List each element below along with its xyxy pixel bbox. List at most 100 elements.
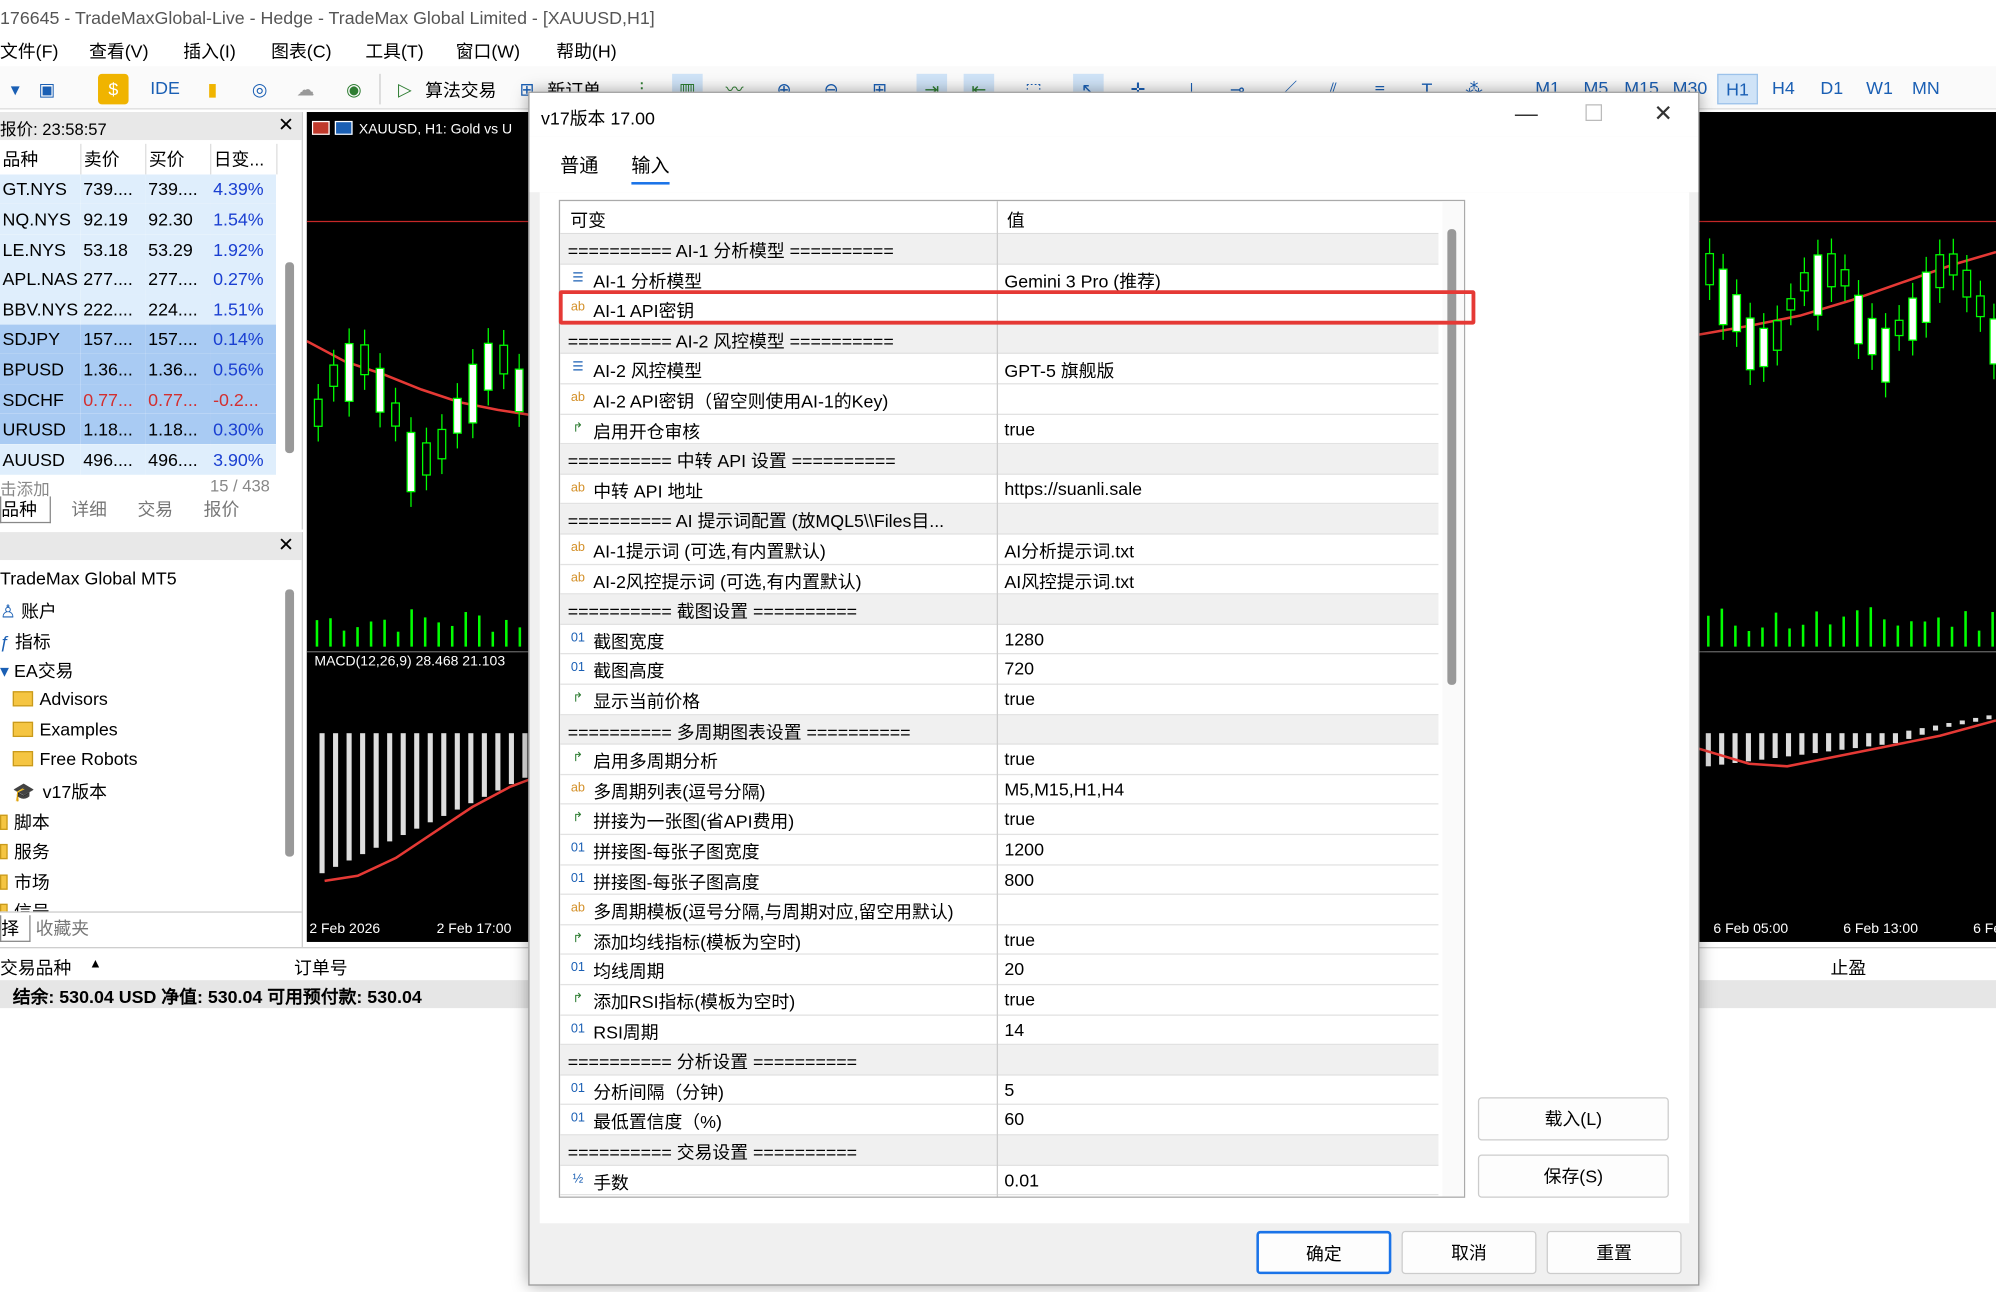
col-variable[interactable]: 可变: [570, 207, 606, 232]
menu-tools[interactable]: 工具(T): [365, 38, 423, 63]
col-value[interactable]: 值: [1007, 207, 1025, 232]
tab-common[interactable]: 普通: [560, 151, 598, 178]
chart-window-left[interactable]: XAUUSD, H1: Gold vs U MACD(12,26,9) 28.4…: [306, 112, 531, 942]
close-icon[interactable]: ✕: [278, 533, 294, 557]
input-row[interactable]: ========== AI 提示词配置 (放MQL5\\Files目...: [560, 504, 1439, 535]
input-row[interactable]: ↱ 拼接为一张图(省API费用) true: [560, 805, 1439, 836]
input-row[interactable]: 01 均线周期 20: [560, 955, 1439, 986]
tf-d1[interactable]: D1: [1820, 78, 1843, 98]
tab-favorites[interactable]: 收藏夹: [36, 915, 89, 940]
tab-inputs[interactable]: 输入: [631, 151, 669, 178]
nav-signals[interactable]: 信号: [0, 899, 50, 912]
table-row[interactable]: BBV.NYS 222.... 224.... 1.51%: [0, 294, 277, 325]
param-value[interactable]: 60: [1004, 1109, 1024, 1129]
table-row[interactable]: GT.NYS 739.... 739.... 4.39%: [0, 173, 277, 204]
table-row[interactable]: URUSD 1.18... 1.18... 0.30%: [0, 414, 277, 445]
table-row[interactable]: LE.NYS 53.18 53.29 1.92%: [0, 233, 277, 264]
close-icon[interactable]: ✕: [278, 113, 294, 137]
tf-w1[interactable]: W1: [1866, 78, 1893, 98]
close-icon[interactable]: ✕: [1654, 101, 1673, 128]
param-value[interactable]: 800: [1004, 869, 1034, 889]
nav-scripts[interactable]: 脚本: [0, 810, 50, 835]
param-value[interactable]: https://suanli.sale: [1004, 478, 1142, 498]
dropdown-arrow-icon[interactable]: ▾: [0, 74, 31, 105]
input-row[interactable]: ab AI-2风控提示词 (可选,有内置默认) AI风控提示词.txt: [560, 565, 1439, 595]
input-row[interactable]: ========== 分析设置 ==========: [560, 1045, 1439, 1076]
param-value[interactable]: true: [1004, 689, 1035, 709]
col-ticket[interactable]: 订单号: [294, 955, 347, 980]
param-value[interactable]: 1200: [1004, 839, 1044, 859]
globe-icon[interactable]: ◉: [339, 74, 370, 105]
reset-button[interactable]: 重置: [1546, 1230, 1682, 1275]
nav-free-robots[interactable]: Free Robots: [12, 748, 138, 769]
tf-mn[interactable]: MN: [1912, 78, 1940, 98]
param-value[interactable]: true: [1004, 989, 1035, 1009]
input-row[interactable]: 01 RSI周期 14: [560, 1015, 1439, 1046]
input-row[interactable]: ab 多周期列表(逗号分隔) M5,M15,H1,H4: [560, 775, 1439, 805]
nav-indicators[interactable]: ƒ 指标: [0, 629, 51, 654]
tab-common[interactable]: 择: [0, 915, 31, 942]
table-row[interactable]: SDJPY 157.... 157.... 0.14%: [0, 324, 277, 355]
table-row[interactable]: SDCHF 0.77... 0.77... -0.2...: [0, 384, 277, 415]
input-row[interactable]: 01 截图高度 720: [560, 655, 1439, 685]
param-value[interactable]: true: [1004, 749, 1035, 769]
table-row[interactable]: NQ.NYS 92.19 92.30 1.54%: [0, 203, 277, 234]
param-value[interactable]: true: [1004, 929, 1035, 949]
param-value[interactable]: 20: [1004, 959, 1024, 979]
nav-experts[interactable]: ▾ EA交易: [0, 658, 73, 683]
menu-help[interactable]: 帮助(H): [556, 38, 616, 63]
input-row[interactable]: ↱ 启用开仓审核 true: [560, 414, 1439, 445]
param-value[interactable]: 1280: [1004, 629, 1044, 649]
signal-icon[interactable]: ◎: [244, 74, 275, 105]
input-row[interactable]: ========== AI-2 风控模型 ==========: [560, 324, 1439, 355]
save-button[interactable]: 保存(S): [1477, 1154, 1669, 1198]
input-row[interactable]: 01 分析间隔（分钟) 5: [560, 1075, 1439, 1106]
input-row[interactable]: ========== 交易设置 ==========: [560, 1135, 1439, 1166]
param-value[interactable]: 14: [1004, 1019, 1024, 1039]
minimize-icon[interactable]: —: [1515, 101, 1538, 128]
chart-window-icon[interactable]: ▣: [32, 74, 63, 105]
col-tp[interactable]: 止盈: [1831, 955, 1867, 980]
param-value[interactable]: 5: [1004, 1079, 1014, 1099]
nav-v17[interactable]: 🎓 v17版本: [13, 779, 107, 804]
table-row[interactable]: AUUSD 496.... 496.... 3.90%: [0, 444, 277, 475]
param-value[interactable]: AI分析提示词.txt: [1004, 538, 1134, 563]
cancel-button[interactable]: 取消: [1401, 1230, 1537, 1275]
input-row[interactable]: ========== AI-1 分析模型 ==========: [560, 234, 1439, 265]
dollar-icon[interactable]: $: [98, 73, 129, 105]
play-icon[interactable]: ▷: [390, 74, 421, 105]
load-button[interactable]: 载入(L): [1477, 1097, 1669, 1141]
tf-h1[interactable]: H1: [1717, 73, 1758, 105]
nav-services[interactable]: 服务: [0, 839, 50, 864]
input-row[interactable]: ↱ 添加均线指标(模板为空时) true: [560, 925, 1439, 956]
param-value[interactable]: true: [1004, 809, 1035, 829]
menu-view[interactable]: 查看(V): [89, 38, 148, 63]
param-value[interactable]: GPT-5 旗舰版: [1004, 358, 1114, 383]
nav-root[interactable]: TradeMax Global MT5: [0, 568, 177, 588]
col-bid[interactable]: 卖价: [80, 143, 147, 174]
menu-window[interactable]: 窗口(W): [456, 38, 520, 63]
ok-button[interactable]: 确定: [1256, 1230, 1392, 1275]
ide-button[interactable]: IDE: [150, 78, 180, 98]
input-row[interactable]: ========== 截图设置 ==========: [560, 594, 1439, 625]
table-row[interactable]: APL.NAS 277.... 277.... 0.27%: [0, 263, 277, 295]
col-change[interactable]: 日变...: [210, 143, 278, 174]
param-value[interactable]: M5,M15,H1,H4: [1004, 779, 1124, 799]
param-value[interactable]: 720: [1004, 659, 1034, 679]
input-row[interactable]: ab AI-2 API密钥（留空则使用AI-1的Key): [560, 384, 1439, 415]
cloud-icon[interactable]: ☁: [290, 74, 321, 105]
input-row[interactable]: ab 多周期模板(逗号分隔,与周期对应,留空用默认): [560, 895, 1439, 926]
input-row[interactable]: 01 拼接图-每张子图宽度 1200: [560, 835, 1439, 866]
input-row[interactable]: 01 最低置信度（%) 60: [560, 1105, 1439, 1136]
menu-chart[interactable]: 图表(C): [271, 38, 331, 63]
input-row[interactable]: ½ 手数 0.01: [560, 1165, 1439, 1196]
input-row[interactable]: ========== 多周期图表设置 ==========: [560, 714, 1439, 745]
scrollbar-thumb[interactable]: [285, 589, 295, 857]
scrollbar-thumb[interactable]: [285, 262, 295, 454]
menu-insert[interactable]: 插入(I): [183, 38, 235, 63]
nav-examples[interactable]: Examples: [12, 719, 118, 740]
tab-symbols[interactable]: 品种: [0, 496, 51, 524]
param-value[interactable]: true: [1004, 418, 1035, 438]
input-row[interactable]: ↱ 启用多周期分析 true: [560, 745, 1439, 775]
input-row[interactable]: ☰ AI-2 风控模型 GPT-5 旗舰版: [560, 354, 1439, 385]
